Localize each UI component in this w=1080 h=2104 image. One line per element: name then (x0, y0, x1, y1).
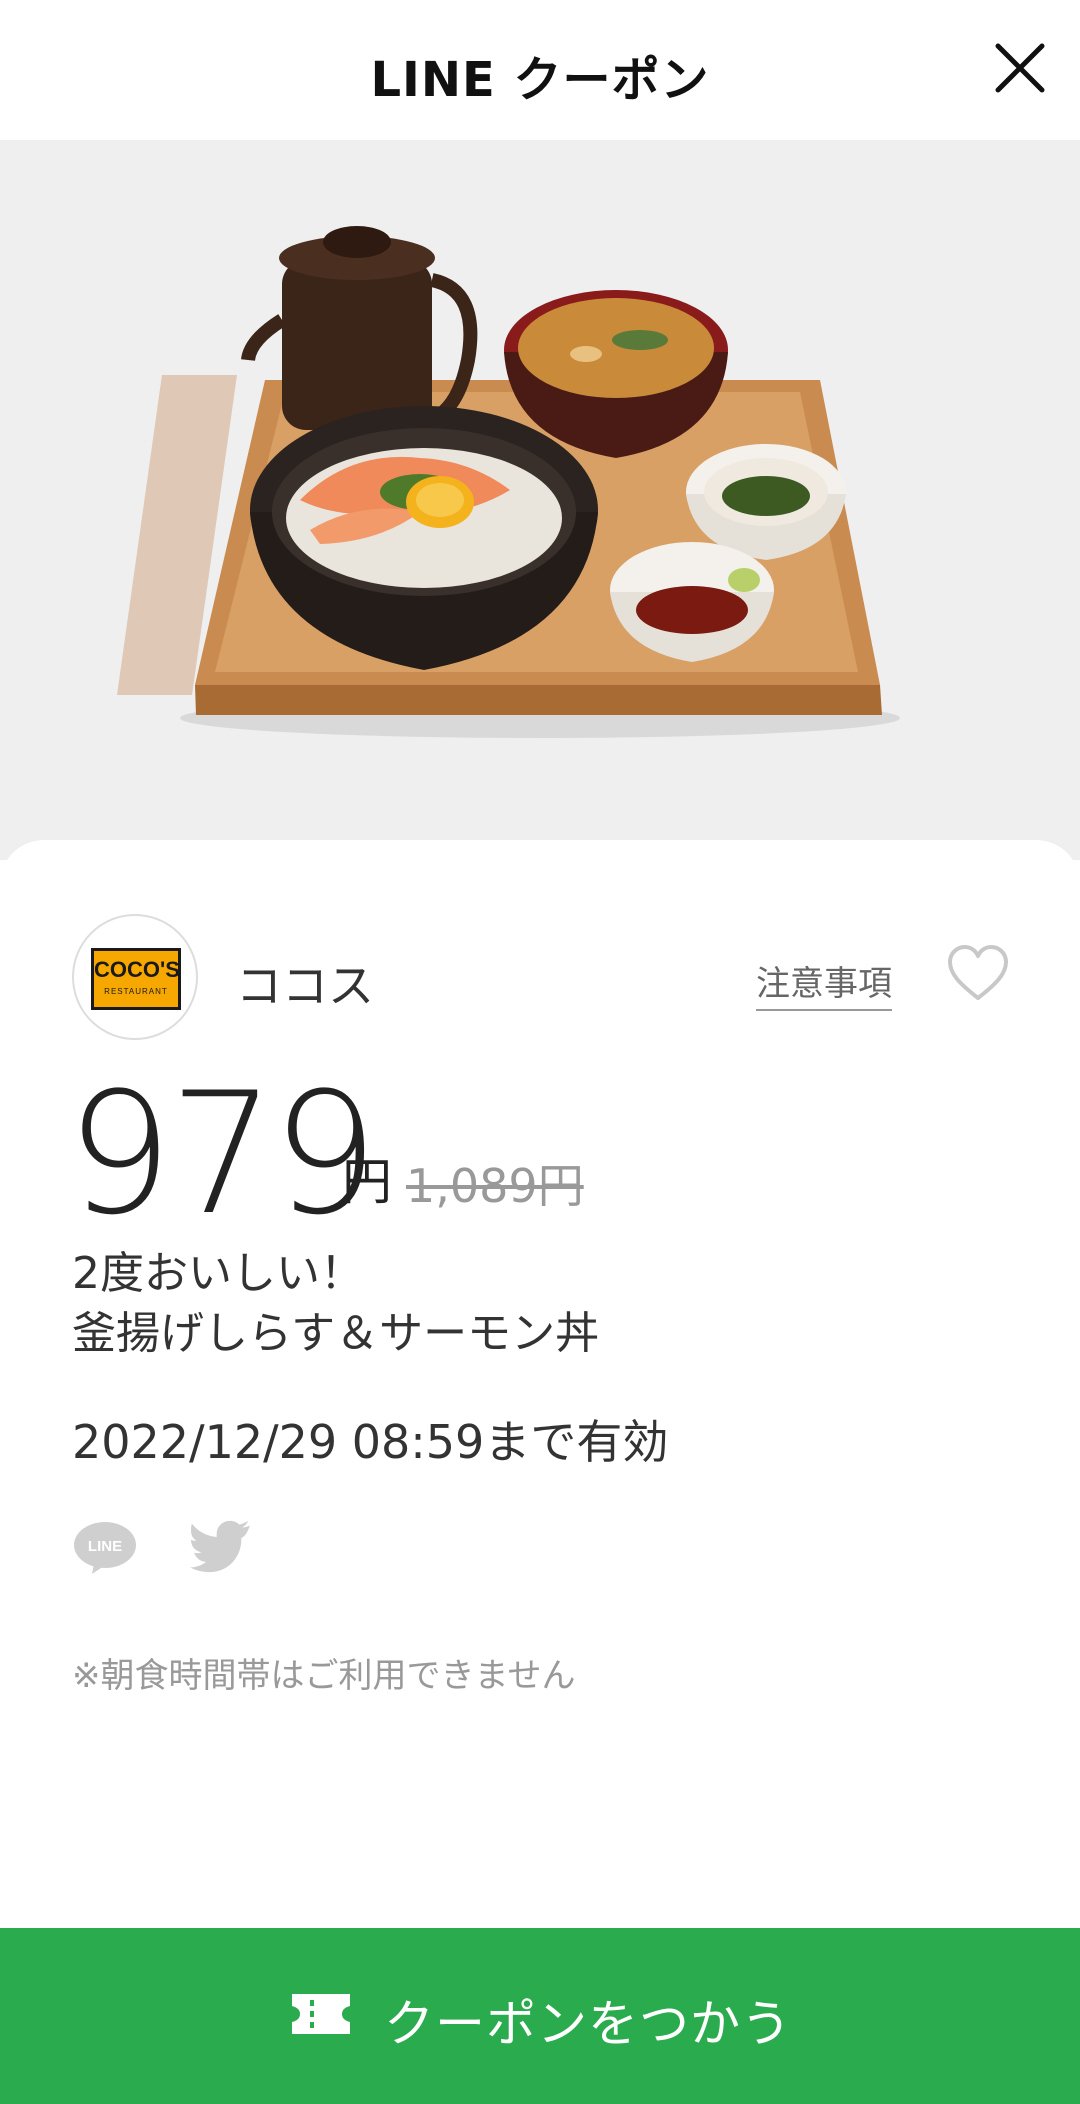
app-header: LINE クーポン (0, 0, 1080, 140)
shop-logo-subtext: RESTAURANT (104, 987, 168, 996)
ticket-icon (292, 1994, 350, 2034)
coupon-title-line1: 2度おいしい！ (72, 1248, 364, 1299)
shop-name: ココス (236, 959, 374, 1013)
shop-logo-badge: COCO'S RESTAURANT (91, 948, 181, 1010)
close-button[interactable] (988, 36, 1052, 100)
use-coupon-button[interactable]: クーポンをつかう (0, 1928, 1080, 2104)
coupon-price: 979 (66, 1056, 379, 1252)
original-price: 1,089円 (406, 1159, 584, 1213)
twitter-icon (190, 1520, 250, 1573)
share-twitter-button[interactable] (188, 1520, 254, 1576)
coupon-hero-image (0, 140, 1080, 860)
price-unit: 円 (342, 1153, 392, 1211)
line-icon-text: LINE (88, 1538, 122, 1555)
shop-logo: COCO'S RESTAURANT (72, 914, 198, 1040)
coupon-title-line2: 釜揚げしらす＆サーモン丼 (72, 1308, 600, 1359)
notes-link[interactable]: 注意事項 (756, 956, 892, 1011)
validity-period: 2022/12/29 08:59まで有効 (72, 1415, 669, 1469)
page-title: LINE クーポン (370, 52, 710, 108)
shop-logo-text: COCO'S (94, 957, 180, 982)
heart-icon (948, 945, 1008, 1000)
favorite-button[interactable] (946, 944, 1010, 1004)
food-photo (116, 226, 900, 738)
use-coupon-label: クーポンをつかう (384, 1995, 792, 2053)
coupon-title: 2度おいしい！ 釜揚げしらす＆サーモン丼 (72, 1244, 972, 1364)
share-line-button[interactable]: LINE (72, 1520, 138, 1576)
close-icon (995, 43, 1045, 93)
usage-notice: ※朝食時間帯はご利用できません (72, 1656, 576, 1696)
coupon-detail-card: COCO'S RESTAURANT ココス 注意事項 979 円 1,089円 … (0, 840, 1080, 2104)
line-icon: LINE (74, 1522, 136, 1574)
